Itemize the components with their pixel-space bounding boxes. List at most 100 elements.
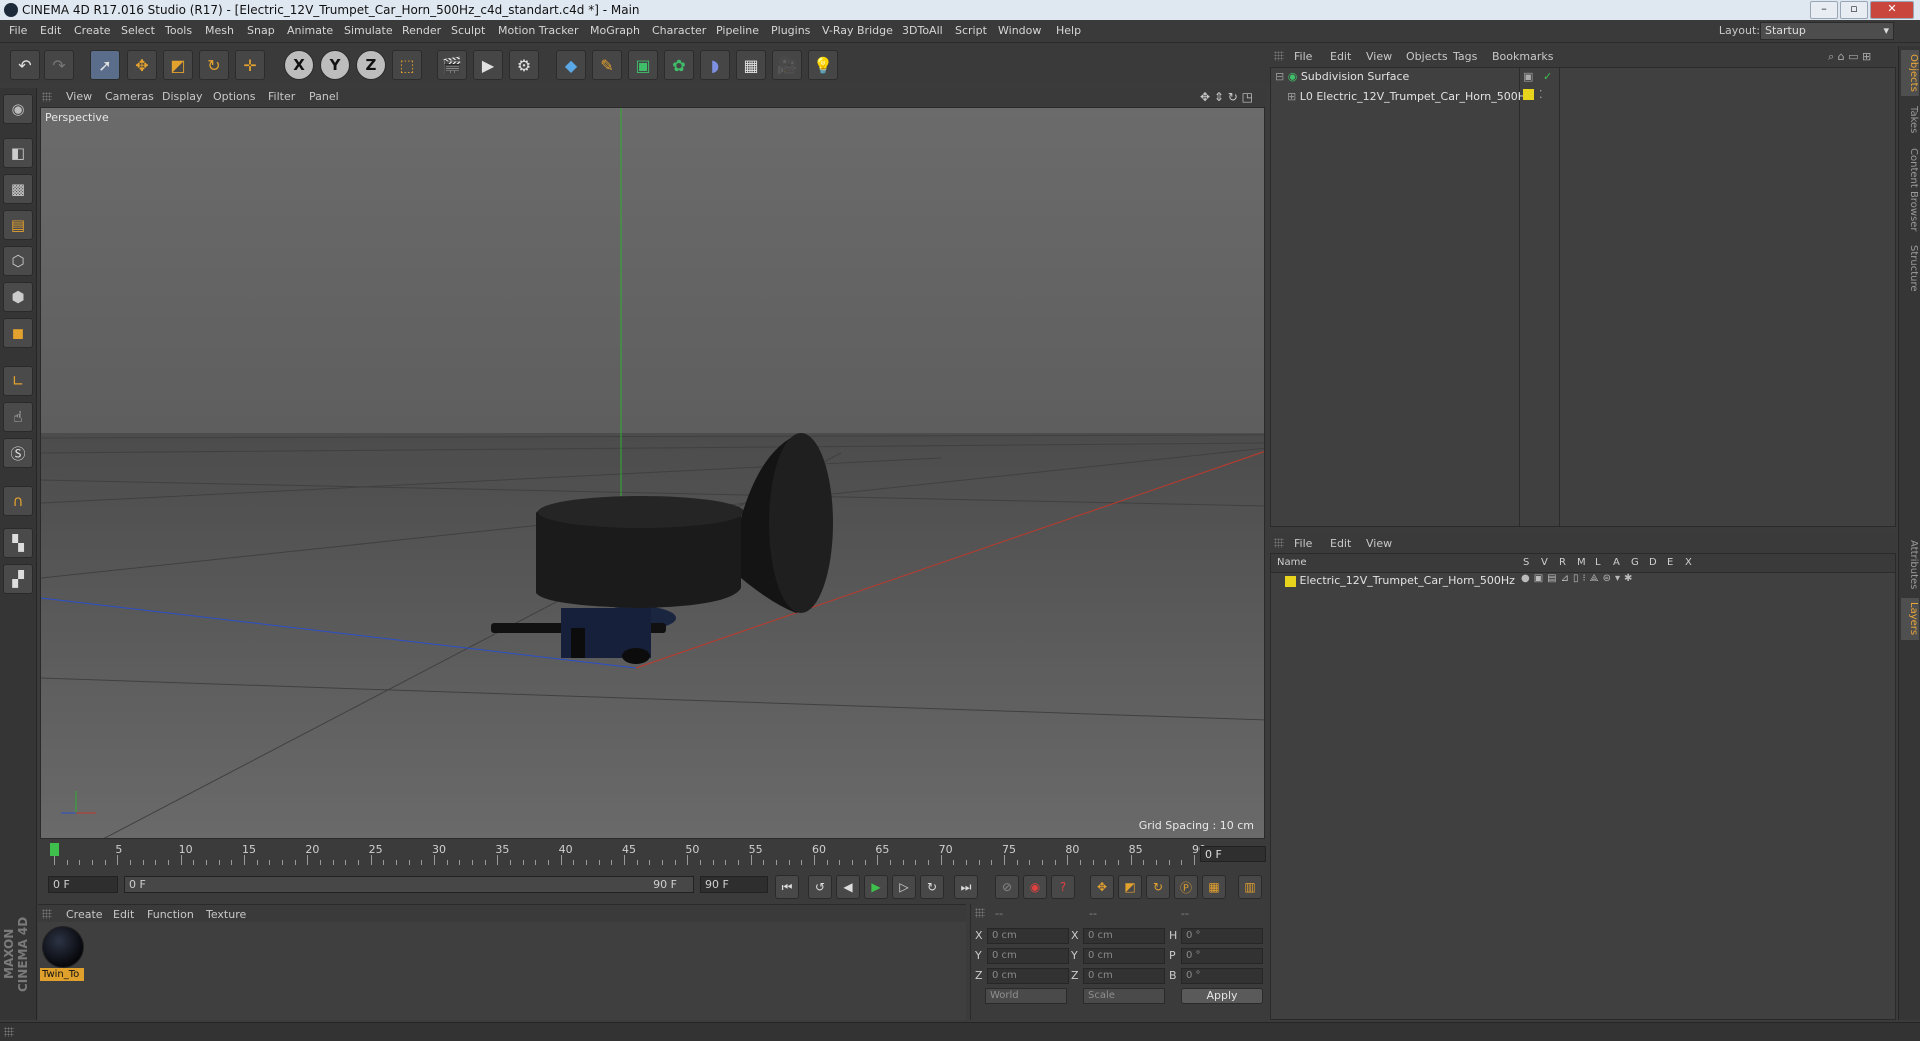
menu-mograph[interactable]: MoGraph [590, 24, 640, 37]
render-view-icon[interactable]: 🎬 [437, 50, 467, 80]
collapse-icon[interactable]: ⊟ [1275, 70, 1284, 83]
viewport-menu-cameras[interactable]: Cameras [105, 90, 154, 103]
menu-script[interactable]: Script [955, 24, 987, 37]
panel-grip-icon[interactable] [975, 908, 985, 918]
menu-mesh[interactable]: Mesh [205, 24, 234, 37]
make-editable-icon[interactable]: ◉ [3, 94, 33, 124]
menu-render[interactable]: Render [402, 24, 441, 37]
texture-mode-icon[interactable]: ▩ [3, 174, 33, 204]
render-picture-viewer-icon[interactable]: ▶ [473, 50, 503, 80]
menu-file[interactable]: File [9, 24, 27, 37]
rot-h-field[interactable]: 0 ° [1181, 928, 1263, 944]
om-menu-file[interactable]: File [1294, 50, 1312, 63]
om-menu-objects[interactable]: Objects [1406, 50, 1448, 63]
layer-color-swatch[interactable] [1285, 575, 1296, 587]
menu-help[interactable]: Help [1056, 24, 1081, 37]
key-parameter-icon[interactable]: Ⓟ [1174, 875, 1198, 899]
rotate-icon[interactable]: ↻ [199, 50, 229, 80]
snap-icon[interactable]: Ⓢ [3, 438, 33, 468]
frame-range-slider[interactable]: 0 F 90 F [124, 876, 694, 893]
light-bulb-icon[interactable]: 💡 [808, 50, 838, 80]
size-y-field[interactable]: 0 cm [1083, 948, 1165, 964]
menu-vray-bridge[interactable]: V-Ray Bridge [822, 24, 893, 37]
menu-edit[interactable]: Edit [40, 24, 61, 37]
move-icon[interactable]: ✥ [127, 50, 157, 80]
menu-window[interactable]: Window [998, 24, 1041, 37]
scale-icon[interactable]: ◩ [163, 50, 193, 80]
previous-key-icon[interactable]: ↺ [808, 875, 832, 899]
panel-grip-icon[interactable] [1274, 51, 1284, 61]
start-frame-field[interactable]: 0 F [48, 876, 118, 893]
array-icon[interactable]: ✿ [664, 50, 694, 80]
om-menu-edit[interactable]: Edit [1330, 50, 1351, 63]
key-position-icon[interactable]: ✥ [1090, 875, 1114, 899]
cube-icon[interactable]: ◆ [556, 50, 586, 80]
pos-x-field[interactable]: 0 cm [987, 928, 1069, 944]
menu-3dtoall[interactable]: 3DToAll [902, 24, 943, 37]
material-menu-edit[interactable]: Edit [113, 908, 134, 921]
om-search-icon[interactable]: ⌕ ⌂ ▭ ⊞ [1828, 50, 1871, 64]
3d-viewport[interactable]: Perspective Grid Spacing : 10 cm [40, 107, 1265, 839]
autokey-icon[interactable]: ? [1051, 875, 1075, 899]
magnet-icon[interactable]: ∩ [3, 486, 33, 516]
om-menu-tags[interactable]: Tags [1453, 50, 1477, 63]
end-frame-field[interactable]: 90 F [700, 876, 768, 893]
material-menu-texture[interactable]: Texture [206, 908, 246, 921]
play-icon[interactable]: ▶ [864, 875, 888, 899]
panel-grip-icon[interactable] [42, 92, 52, 102]
viewport-nav-icons[interactable]: ✥ ⇕ ↻ ◳ [1200, 90, 1253, 104]
camera-icon[interactable]: 🎥 [772, 50, 802, 80]
material-preview-swatch[interactable] [42, 926, 84, 968]
col-generators[interactable]: G [1631, 557, 1639, 568]
enabled-check-icon[interactable]: ✓ [1543, 70, 1552, 83]
viewport-menu-options[interactable]: Options [213, 90, 255, 103]
col-locked[interactable]: L [1595, 557, 1601, 568]
live-selection-icon[interactable]: ➚ [90, 50, 120, 80]
col-render[interactable]: R [1559, 557, 1566, 568]
material-menu-function[interactable]: Function [147, 908, 194, 921]
tab-content-browser[interactable]: Content Browser [1901, 144, 1919, 236]
axis-mode-icon[interactable]: ∟ [3, 366, 33, 396]
size-mode-select[interactable]: Scale [1083, 988, 1165, 1004]
tab-takes[interactable]: Takes [1901, 102, 1919, 138]
menu-plugins[interactable]: Plugins [771, 24, 810, 37]
pos-y-field[interactable]: 0 cm [987, 948, 1069, 964]
close-button[interactable]: ✕ [1870, 1, 1914, 19]
timeline-ruler[interactable]: 051015202530354045505560657075808590 [40, 840, 1265, 868]
transform-icon[interactable]: ✛ [235, 50, 265, 80]
current-frame-field[interactable]: 0 F [1200, 846, 1266, 862]
subdivision-icon[interactable]: ▣ [628, 50, 658, 80]
apply-button[interactable]: Apply [1181, 988, 1263, 1004]
lock-workplane-icon[interactable]: ▚ [3, 528, 33, 558]
key-rotation-icon[interactable]: ↻ [1146, 875, 1170, 899]
deformer-icon[interactable]: ◗ [700, 50, 730, 80]
expand-icon[interactable]: ⊞ [1287, 90, 1296, 103]
menu-tools[interactable]: Tools [165, 24, 192, 37]
menu-snap[interactable]: Snap [247, 24, 275, 37]
col-solo[interactable]: S [1523, 557, 1529, 568]
layer-toggle-icons[interactable]: ●▣▤⊿▯⁝⟁⊜▾✱ [1521, 573, 1636, 584]
menu-pipeline[interactable]: Pipeline [716, 24, 759, 37]
undo-icon[interactable]: ↶ [10, 50, 40, 80]
key-pla-icon[interactable]: ▦ [1202, 875, 1226, 899]
panel-grip-icon[interactable] [1274, 538, 1284, 548]
minimize-button[interactable]: – [1810, 1, 1838, 19]
lm-menu-view[interactable]: View [1366, 537, 1392, 550]
maximize-button[interactable]: ▫ [1840, 1, 1868, 19]
tab-attributes[interactable]: Attributes [1901, 536, 1919, 594]
material-menu-create[interactable]: Create [66, 908, 103, 921]
col-name[interactable]: Name [1277, 557, 1307, 568]
layer-row[interactable]: Electric_12V_Trumpet_Car_Horn_500Hz [1285, 574, 1515, 592]
workplane-icon[interactable]: ▤ [3, 210, 33, 240]
om-menu-view[interactable]: View [1366, 50, 1392, 63]
pen-spline-icon[interactable]: ✎ [592, 50, 622, 80]
x-axis-lock-icon[interactable]: X [284, 50, 314, 80]
viewport-menu-view[interactable]: View [66, 90, 92, 103]
menu-create[interactable]: Create [74, 24, 111, 37]
rot-p-field[interactable]: 0 ° [1181, 948, 1263, 964]
polygons-mode-icon[interactable]: ◼ [3, 318, 33, 348]
planar-workplane-icon[interactable]: ▞ [3, 564, 33, 594]
playhead-marker[interactable] [50, 843, 59, 856]
camera-label[interactable]: Perspective [45, 111, 109, 124]
object-row-car-horn[interactable]: ⊞ L0 Electric_12V_Trumpet_Car_Horn_500Hz [1287, 90, 1532, 108]
